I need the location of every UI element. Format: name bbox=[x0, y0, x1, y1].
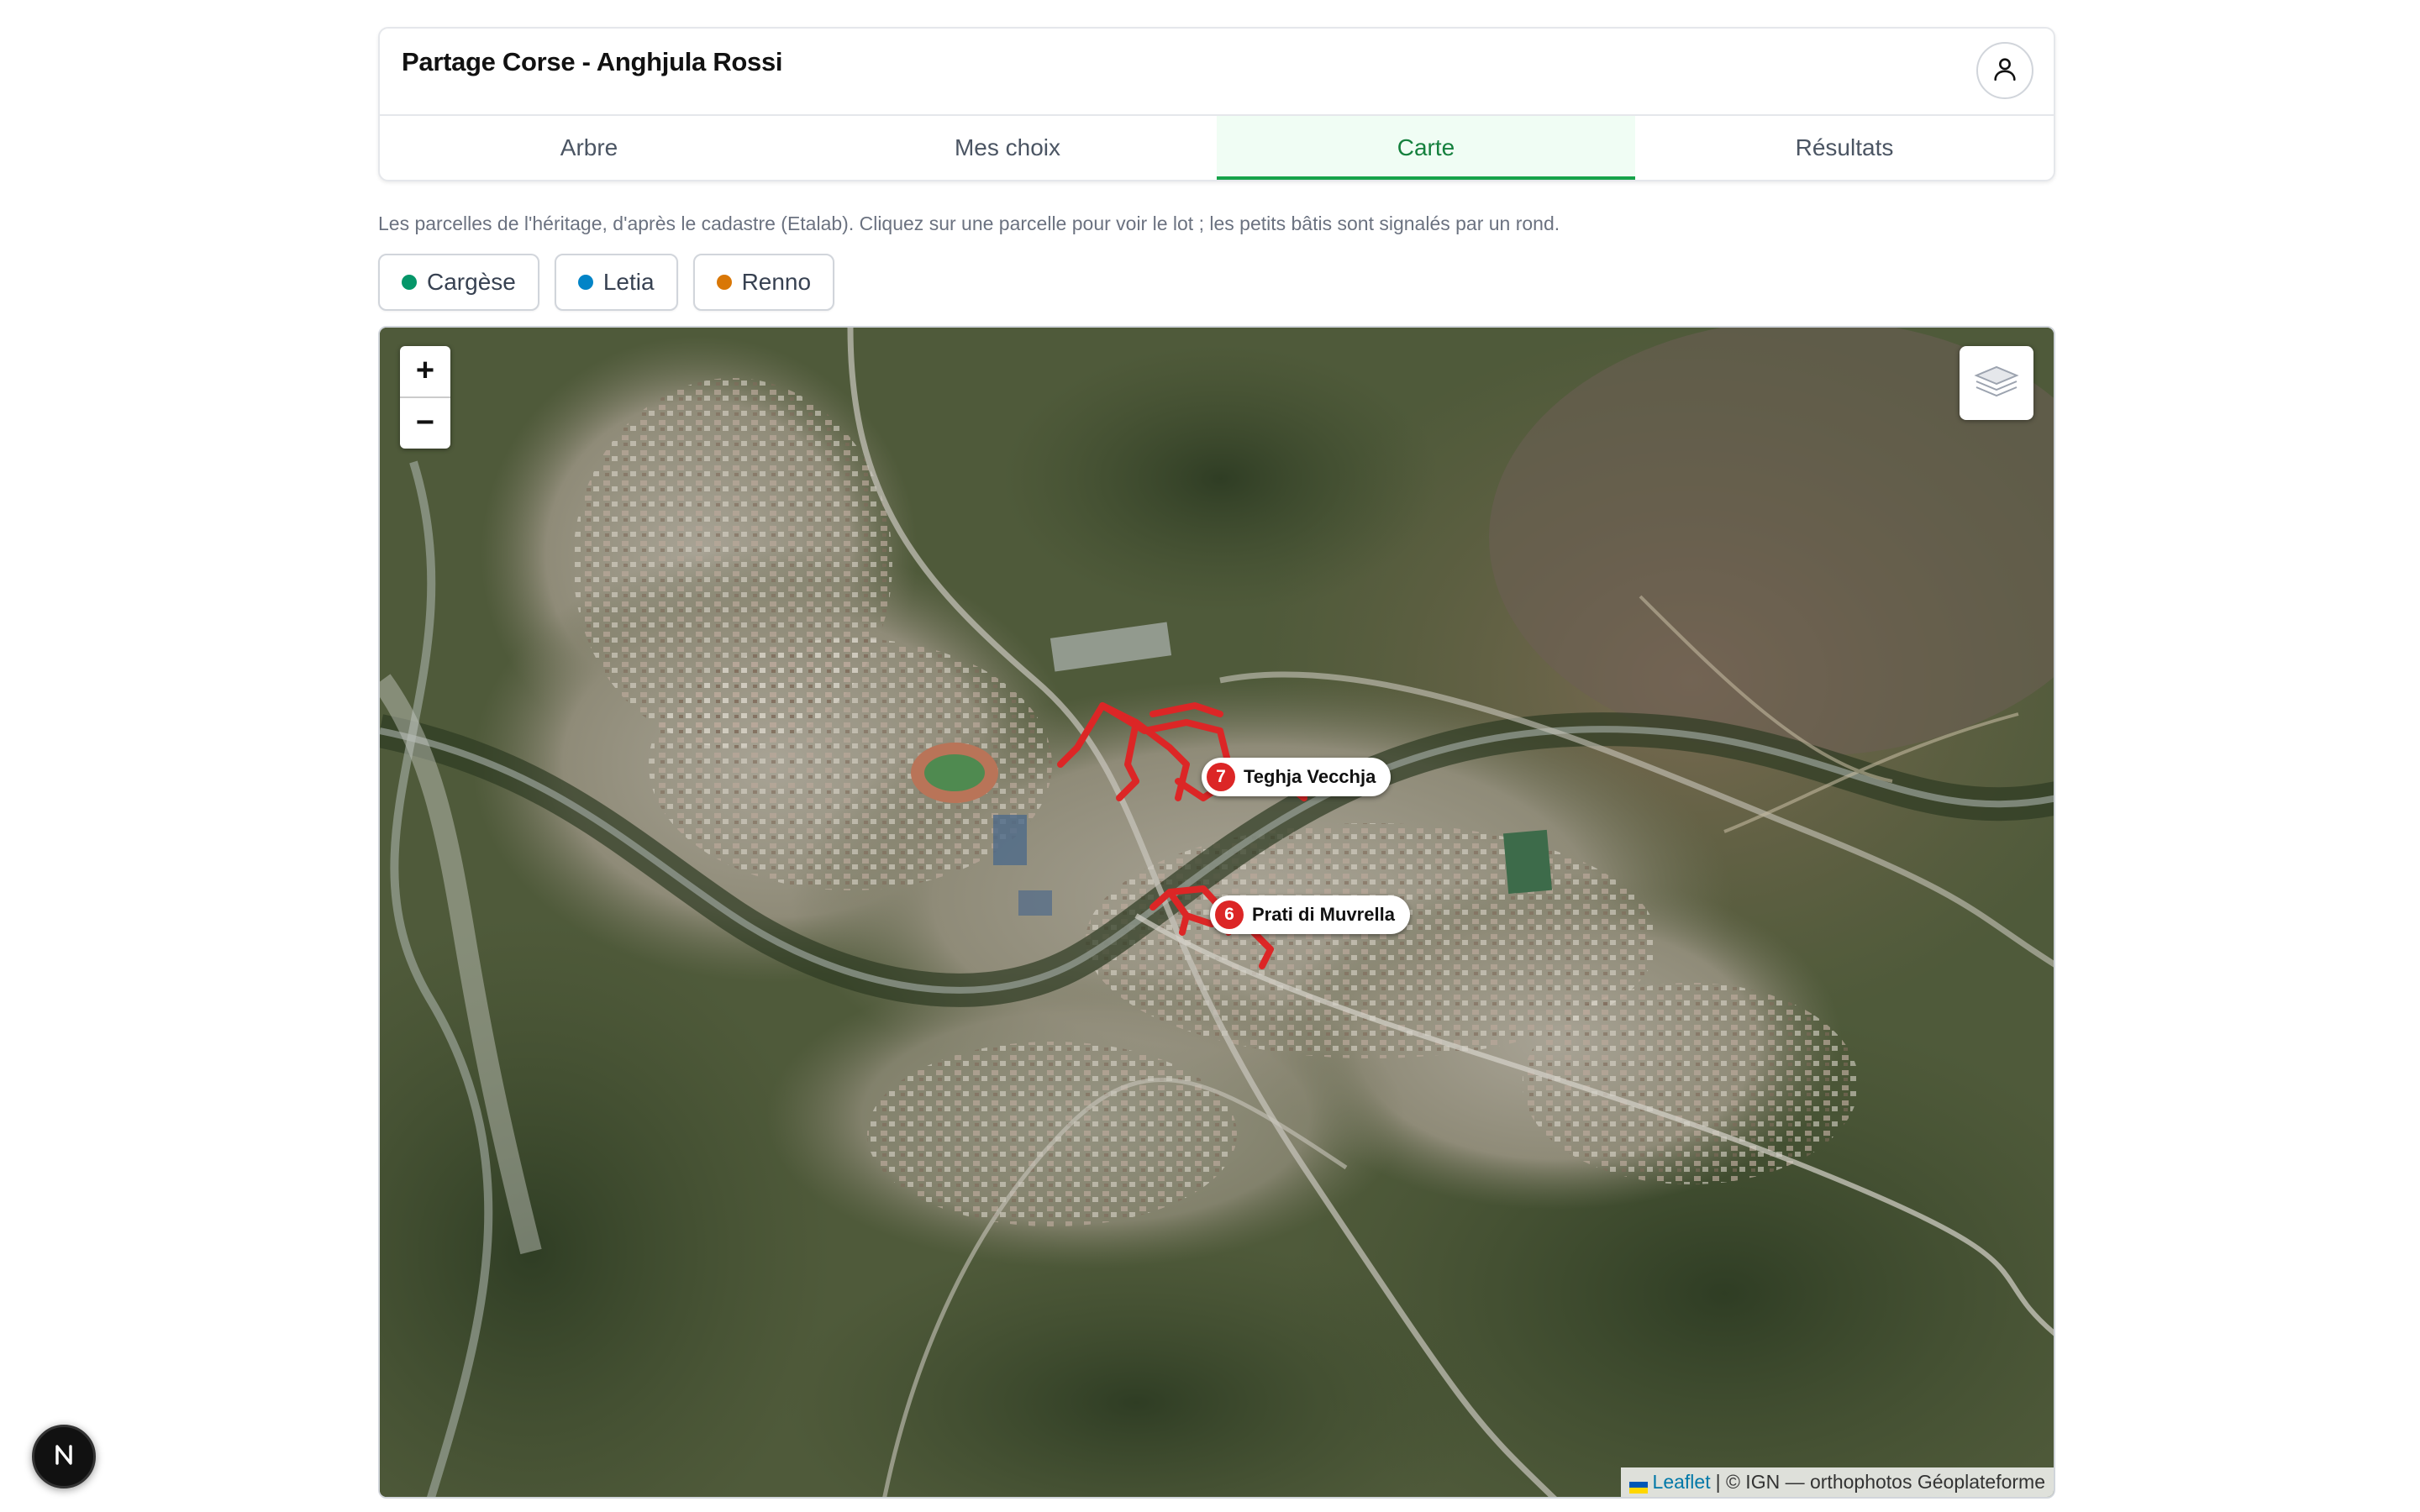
header-card: Partage Corse - Anghjula Rossi Arbre Mes… bbox=[378, 27, 2055, 181]
leaflet-link[interactable]: Leaflet bbox=[1653, 1471, 1711, 1494]
nextjs-icon bbox=[50, 1441, 78, 1473]
tab-resultats[interactable]: Résultats bbox=[1635, 116, 2054, 180]
marker-number: 7 bbox=[1207, 762, 1235, 791]
zoom-out-button[interactable]: − bbox=[400, 396, 450, 449]
filter-renno[interactable]: Renno bbox=[692, 253, 835, 311]
marker-prati-di-muvrella[interactable]: 6 Prati di Muvrella bbox=[1210, 895, 1410, 934]
renno-dot bbox=[716, 274, 732, 290]
tab-bar: Arbre Mes choix Carte Résultats bbox=[380, 116, 2054, 180]
filter-label: Cargèse bbox=[427, 268, 516, 295]
header-bar: Partage Corse - Anghjula Rossi bbox=[380, 29, 2054, 116]
map-description: Les parcelles de l'héritage, d'après le … bbox=[378, 213, 1560, 234]
cargese-dot bbox=[402, 274, 417, 290]
page-title: Partage Corse - Anghjula Rossi bbox=[402, 47, 783, 76]
filter-letia[interactable]: Letia bbox=[554, 253, 678, 311]
filter-label: Letia bbox=[602, 268, 655, 295]
marker-label: Prati di Muvrella bbox=[1252, 903, 1395, 925]
ukraine-flag-icon bbox=[1628, 1476, 1648, 1494]
marker-label: Teghja Vecchja bbox=[1244, 765, 1376, 787]
marker-teghja-vecchja[interactable]: 7 Teghja Vecchja bbox=[1202, 757, 1392, 796]
zoom-in-button[interactable]: + bbox=[400, 346, 450, 396]
letia-dot bbox=[577, 274, 593, 290]
user-icon bbox=[1991, 55, 2019, 87]
map-attribution: Leaflet | © IGN — orthophotos Géoplatefo… bbox=[1620, 1467, 2054, 1497]
user-button[interactable] bbox=[1976, 42, 2033, 99]
tab-carte[interactable]: Carte bbox=[1217, 116, 1635, 180]
layers-icon bbox=[1973, 359, 2020, 407]
village-filters: Cargèse Letia Renno bbox=[378, 253, 2055, 311]
map-view[interactable]: + − 7 Teghja Vecchja 6 Prati di Muvrella bbox=[378, 325, 2055, 1499]
filter-cargese[interactable]: Cargèse bbox=[378, 253, 539, 311]
nextjs-dev-button[interactable] bbox=[32, 1425, 96, 1488]
tab-mes-choix[interactable]: Mes choix bbox=[798, 116, 1217, 180]
tab-arbre[interactable]: Arbre bbox=[380, 116, 798, 180]
attribution-text: | © IGN — orthophotos Géoplateforme bbox=[1715, 1470, 2045, 1493]
page-container: Partage Corse - Anghjula Rossi Arbre Mes… bbox=[378, 27, 2055, 1499]
layers-button[interactable] bbox=[1960, 345, 2033, 420]
zoom-control: + − bbox=[400, 345, 450, 449]
marker-number: 6 bbox=[1215, 900, 1244, 929]
filter-label: Renno bbox=[741, 268, 812, 295]
